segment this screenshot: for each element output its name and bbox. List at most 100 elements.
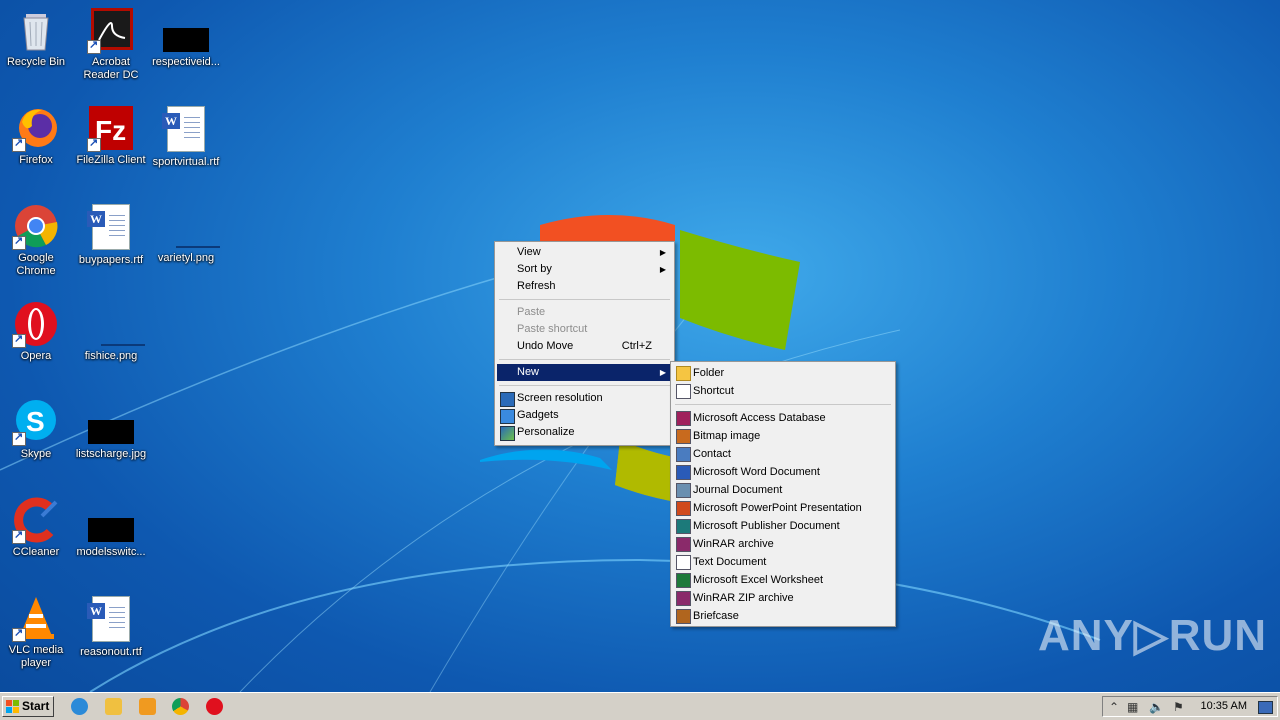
desktop-icon-label: respectiveid...: [152, 56, 220, 68]
personalize-icon: [500, 426, 515, 441]
submenu-arrow-icon: ▶: [659, 368, 666, 377]
menu-item-label: Paste: [517, 306, 546, 318]
internet-explorer-icon[interactable]: [71, 698, 88, 715]
submenu-item[interactable]: Microsoft Word Document: [673, 463, 893, 481]
menu-item-label: Folder: [693, 367, 725, 379]
access-icon: [676, 411, 691, 426]
desktop-icon-varietyl[interactable]: varietyl.png: [150, 202, 222, 265]
new-submenu: Folder Shortcut Microsoft Access Databas…: [670, 361, 896, 627]
submenu-item[interactable]: Microsoft PowerPoint Presentation: [673, 499, 893, 517]
black-image-thumbnail: [87, 398, 135, 446]
menu-item-gadgets[interactable]: Gadgets: [497, 407, 672, 424]
excel-icon: [676, 573, 691, 588]
desktop-icon-label: fishice.png: [84, 350, 138, 362]
show-hidden-icons-chevron-icon[interactable]: ⌃: [1109, 700, 1119, 714]
menu-item-label: Shortcut: [693, 385, 734, 397]
desktop-icon-ccleaner[interactable]: CCleaner: [0, 496, 72, 559]
desktop-icon-acrobat-reader[interactable]: Acrobat Reader DC: [75, 6, 147, 82]
menu-item-screen-resolution[interactable]: Screen resolution: [497, 390, 672, 407]
menu-item-label: Microsoft Access Database: [693, 412, 826, 424]
opera-icon[interactable]: [206, 698, 223, 715]
desktop-icon-label: Recycle Bin: [6, 56, 66, 68]
desktop-icon-label: Opera: [20, 350, 52, 362]
shortcut-arrow-icon: [12, 528, 26, 544]
desktop-icon-filezilla[interactable]: Fz FileZilla Client: [75, 104, 147, 167]
volume-icon[interactable]: 🔈: [1149, 700, 1164, 714]
chrome-icon[interactable]: [172, 698, 189, 715]
desktop-icon-label: sportvirtual.rtf: [152, 156, 220, 168]
desktop-icon-recycle-bin[interactable]: Recycle Bin: [0, 6, 72, 69]
menu-separator: [499, 385, 670, 386]
desktop-icon-fishice[interactable]: fishice.png: [75, 300, 147, 363]
start-label: Start: [22, 699, 50, 713]
submenu-arrow-icon: ▶: [659, 265, 666, 274]
menu-item-label: Microsoft PowerPoint Presentation: [693, 502, 862, 514]
submenu-item[interactable]: Microsoft Access Database: [673, 409, 893, 427]
submenu-item[interactable]: WinRAR ZIP archive: [673, 589, 893, 607]
windows-logo-icon: [6, 700, 19, 713]
word-document-icon: W: [87, 204, 135, 252]
shortcut-arrow-icon: [12, 332, 26, 348]
media-player-icon[interactable]: [139, 698, 156, 715]
word-document-icon: W: [87, 596, 135, 644]
journal-icon: [676, 483, 691, 498]
shortcut-arrow-icon: [12, 234, 26, 250]
desktop-icon-buypapers[interactable]: W buypapers.rtf: [75, 202, 147, 267]
desktop-icon-firefox[interactable]: Firefox: [0, 104, 72, 167]
skype-icon: S: [12, 398, 60, 446]
submenu-item[interactable]: Microsoft Excel Worksheet: [673, 571, 893, 589]
menu-item-view[interactable]: View ▶: [497, 244, 672, 261]
recycle-bin-icon: [12, 6, 60, 54]
submenu-item[interactable]: Bitmap image: [673, 427, 893, 445]
ccleaner-icon: [12, 496, 60, 544]
submenu-item[interactable]: Microsoft Publisher Document: [673, 517, 893, 535]
shortcut-icon: [676, 384, 691, 399]
menu-item-sort-by[interactable]: Sort by ▶: [497, 261, 672, 278]
image-thumbnail: [87, 300, 145, 348]
show-desktop-icon[interactable]: [1258, 701, 1273, 714]
menu-separator: [499, 359, 670, 360]
clock[interactable]: 10:35 AM: [1201, 700, 1247, 712]
start-button[interactable]: Start: [2, 696, 54, 717]
submenu-item[interactable]: Text Document: [673, 553, 893, 571]
taskbar: Start ⌃ ▦ 🔈 ⚑ 10:35 AM: [0, 692, 1280, 720]
desktop-icon-reasonout[interactable]: W reasonout.rtf: [75, 594, 147, 659]
desktop-icon-label: Skype: [20, 448, 52, 460]
desktop-icon-sportvirtual[interactable]: W sportvirtual.rtf: [150, 104, 222, 169]
menu-item-label: Personalize: [517, 426, 575, 438]
menu-item-personalize[interactable]: Personalize: [497, 424, 672, 441]
menu-item-label: WinRAR archive: [693, 538, 774, 550]
desktop-icon-label: Google Chrome: [16, 252, 56, 277]
system-tray: ⌃ ▦ 🔈 ⚑ 10:35 AM: [1102, 696, 1278, 717]
submenu-item[interactable]: WinRAR archive: [673, 535, 893, 553]
desktop-icon-google-chrome[interactable]: Google Chrome: [0, 202, 72, 278]
submenu-item[interactable]: Journal Document: [673, 481, 893, 499]
action-center-flag-icon[interactable]: ⚑: [1173, 700, 1184, 714]
desktop-icon-vlc[interactable]: VLC media player: [0, 594, 72, 670]
submenu-item[interactable]: Briefcase: [673, 607, 893, 625]
menu-item-label: View: [517, 246, 541, 258]
menu-item-label: Refresh: [517, 280, 556, 292]
desktop-icon-modelsswitc[interactable]: modelsswitc...: [75, 496, 147, 559]
desktop-icon-opera[interactable]: Opera: [0, 300, 72, 363]
screen-resolution-icon: [500, 392, 515, 407]
desktop-icon-skype[interactable]: S Skype: [0, 398, 72, 461]
submenu-item[interactable]: Contact: [673, 445, 893, 463]
submenu-item-folder[interactable]: Folder: [673, 364, 893, 382]
folder-icon: [676, 366, 691, 381]
black-image-thumbnail: [162, 6, 210, 54]
menu-item-label: Briefcase: [693, 610, 739, 622]
menu-item-refresh[interactable]: Refresh: [497, 278, 672, 295]
desktop-icon-listscharge[interactable]: listscharge.jpg: [75, 398, 147, 461]
powerpoint-icon: [676, 501, 691, 516]
network-icon[interactable]: ▦: [1127, 700, 1138, 714]
submenu-arrow-icon: ▶: [659, 248, 666, 257]
submenu-item-shortcut[interactable]: Shortcut: [673, 382, 893, 400]
menu-item-new[interactable]: New ▶: [497, 364, 672, 381]
menu-item-undo-move[interactable]: Undo Move Ctrl+Z: [497, 338, 672, 355]
text-document-icon: [676, 555, 691, 570]
anyrun-watermark: ANY▷RUN: [1038, 611, 1268, 660]
desktop-icon-respectiveid[interactable]: respectiveid...: [150, 6, 222, 69]
windows-explorer-icon[interactable]: [105, 698, 122, 715]
desktop-icon-label: FileZilla Client: [76, 154, 146, 166]
